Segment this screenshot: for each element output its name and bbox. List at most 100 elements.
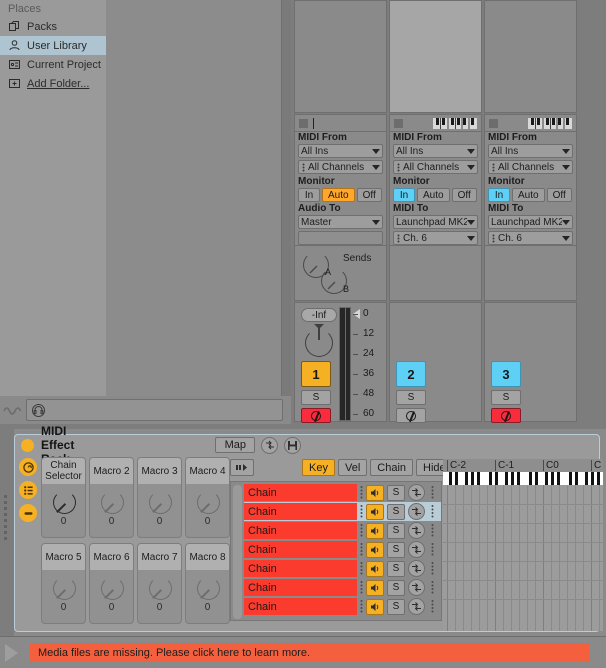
track-3-number-button[interactable]: 3 [491,361,521,387]
midi-to-select[interactable]: Launchpad MK2 ( [393,215,478,229]
chain-solo-button[interactable]: S [387,503,405,520]
device-view-grip[interactable] [0,429,14,637]
midi-channel-select[interactable]: All Channels [298,160,383,174]
track-1-number-button[interactable]: 1 [301,361,331,387]
monitor-auto-button[interactable]: Auto [512,188,545,202]
chain-zone-button[interactable]: Chain [370,459,414,476]
track-activator-icon[interactable] [489,118,498,128]
key-zone-editor[interactable]: C-2 C-1 C0 C [443,459,603,631]
hot-swap-icon[interactable] [408,598,425,615]
track-3-solo-button[interactable]: S [491,390,521,405]
macro-3[interactable]: Macro 3 0 [137,457,182,538]
chain-activator-speaker-icon[interactable] [366,560,384,577]
chain-name[interactable]: Chain [244,560,357,577]
chain-solo-button[interactable]: S [387,579,405,596]
macro-2[interactable]: Macro 2 0 [89,457,134,538]
track-1-solo-button[interactable]: S [301,390,331,405]
chain-solo-button[interactable]: S [387,598,405,615]
save-preset-icon[interactable] [284,436,302,454]
show-macros-icon[interactable] [19,458,37,476]
midi-to-channel-select[interactable]: Ch. 6 [488,231,573,245]
chain-row[interactable]: Chain S [244,521,441,540]
key-zone-button[interactable]: Key [302,459,335,476]
hot-swap-icon[interactable] [408,541,425,558]
sidebar-item-packs[interactable]: Packs [0,17,106,36]
track-1-arm-button[interactable] [301,408,331,423]
hot-swap-icon[interactable] [408,579,425,596]
chain-activator-speaker-icon[interactable] [366,541,384,558]
hot-swap-icon[interactable] [408,522,425,539]
hot-swap-icon[interactable] [408,484,425,501]
chain-list-scrollbar[interactable] [233,485,242,619]
midi-from-select[interactable]: All Ins [393,144,478,158]
track-3-arm-button[interactable] [491,408,521,423]
sidebar-item-add-folder[interactable]: Add Folder... [0,74,106,93]
chain-row[interactable]: Chain S [244,559,441,578]
macro-2-knob[interactable] [101,491,124,514]
midi-channel-select[interactable]: All Channels [393,160,478,174]
chain-row[interactable]: Chain S [244,540,441,559]
track-2-title-bar[interactable] [389,114,482,132]
chain-row[interactable]: Chain S [244,578,441,597]
chain-name[interactable]: Chain [244,579,357,596]
chain-activator-speaker-icon[interactable] [366,484,384,501]
chain-activator-speaker-icon[interactable] [366,503,384,520]
status-message[interactable]: Media files are missing. Please click he… [30,643,590,662]
chain-row[interactable]: Chain S [244,502,441,521]
clip-slots-track-3[interactable] [484,0,577,113]
chain-unfold-icon[interactable] [261,436,279,454]
browser-content-panel[interactable] [106,0,291,424]
headphone-icon[interactable] [31,403,46,418]
chain-solo-button[interactable]: S [387,484,405,501]
midi-from-select[interactable]: All Ins [298,144,383,158]
track-3-title-bar[interactable] [484,114,577,132]
preview-player[interactable] [26,399,283,421]
macro-5-knob[interactable] [53,577,76,600]
midi-from-select[interactable]: All Ins [488,144,573,158]
chain-name[interactable]: Chain [244,541,357,558]
sidebar-item-user-library[interactable]: User Library [0,36,106,55]
track-1-title-bar[interactable] [294,114,387,132]
track-2-arm-button[interactable] [396,408,426,423]
midi-channel-select[interactable]: All Channels [488,160,573,174]
browser-scrollbar[interactable] [282,0,291,400]
volume-display[interactable]: -Inf [301,308,337,322]
macro-6-knob[interactable] [101,577,124,600]
chain-row[interactable]: Chain S [244,483,441,502]
monitor-in-button[interactable]: In [393,188,415,202]
audio-to-select[interactable]: Master [298,215,383,229]
macro-5[interactable]: Macro 5 0 [41,543,86,624]
show-devices-icon[interactable] [19,504,37,522]
clip-slots-track-1[interactable] [294,0,387,113]
macro-4-knob[interactable] [197,491,220,514]
power-icon[interactable] [21,438,34,452]
chain-row[interactable]: Chain S [244,597,441,616]
macro-1[interactable]: Chain Selector 0 [41,457,86,538]
monitor-off-button[interactable]: Off [356,188,382,202]
vel-zone-button[interactable]: Vel [337,459,368,476]
chain-name[interactable]: Chain [244,503,357,520]
fold-chains-icon[interactable] [230,459,254,476]
monitor-in-button[interactable]: In [488,188,510,202]
chain-solo-button[interactable]: S [387,522,405,539]
monitor-off-button[interactable]: Off [451,188,477,202]
macro-8-knob[interactable] [197,577,220,600]
macro-4[interactable]: Macro 4 0 [185,457,230,538]
chain-name[interactable]: Chain [244,484,357,501]
track-2-number-button[interactable]: 2 [396,361,426,387]
hot-swap-icon[interactable] [408,560,425,577]
browser-content-list[interactable] [106,0,282,400]
macro-6[interactable]: Macro 6 0 [89,543,134,624]
track-activator-icon[interactable] [299,118,308,128]
chain-name[interactable]: Chain [244,598,357,615]
macro-3-knob[interactable] [149,491,172,514]
monitor-in-button[interactable]: In [298,188,320,202]
macro-7[interactable]: Macro 7 0 [137,543,182,624]
macro-8[interactable]: Macro 8 0 [185,543,230,624]
monitor-off-button[interactable]: Off [546,188,572,202]
track-activator-icon[interactable] [394,118,403,128]
sidebar-item-current-project[interactable]: Current Project [0,55,106,74]
macro-1-knob[interactable] [53,491,76,514]
chain-name[interactable]: Chain [244,522,357,539]
hot-swap-icon[interactable] [408,503,425,520]
